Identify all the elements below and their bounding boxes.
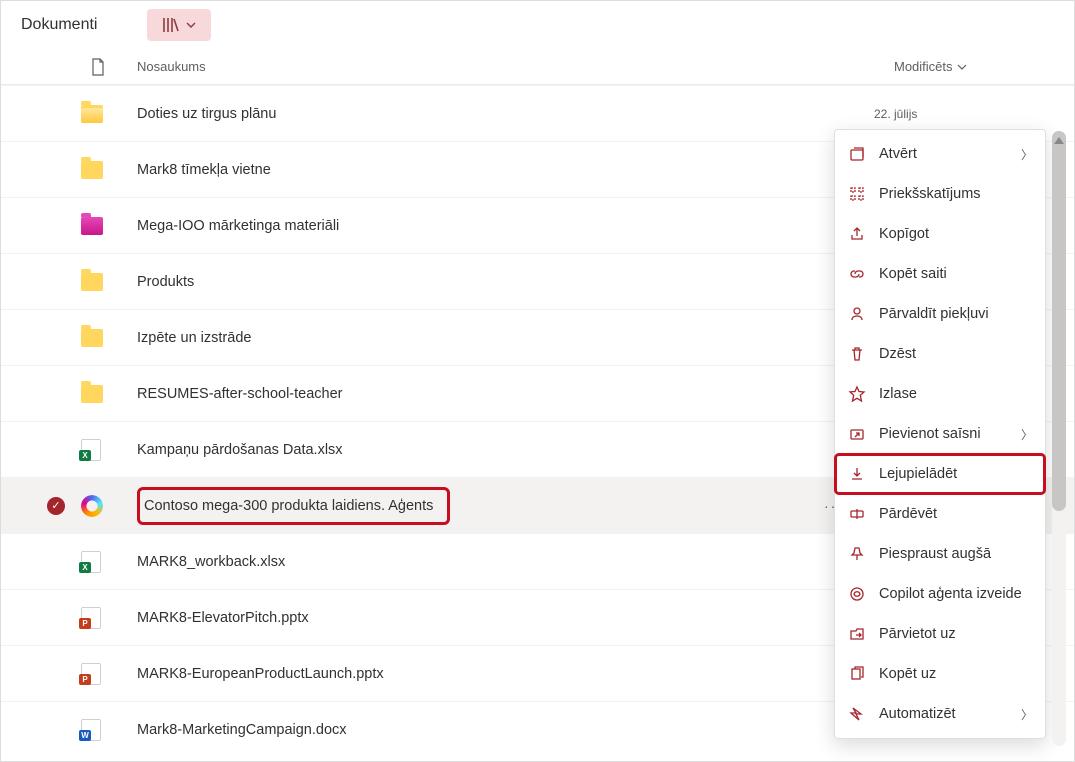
menu-item-preview[interactable]: Priekšskatījums xyxy=(835,174,1045,214)
file-name: Izpēte un izstrāde xyxy=(137,330,251,346)
scrollbar-thumb[interactable] xyxy=(1052,131,1066,511)
powerpoint-icon: P xyxy=(81,663,101,685)
menu-item-label: Dzēst xyxy=(879,346,916,362)
shortcut-icon xyxy=(847,425,867,443)
modified-date: 22. jūlijs xyxy=(874,107,1054,121)
file-name: Kampaņu pārdošanas Data.xlsx xyxy=(137,442,343,458)
folder-icon xyxy=(81,105,103,123)
menu-item-star[interactable]: Izlase xyxy=(835,374,1045,414)
menu-item-open[interactable]: Atvērt 〉 xyxy=(835,134,1045,174)
chevron-down-icon xyxy=(957,64,967,70)
menu-item-label: Lejupielādēt xyxy=(879,466,957,482)
menu-item-label: Automatizēt xyxy=(879,706,956,722)
file-name: Doties uz tirgus plānu xyxy=(137,106,276,122)
trash-icon xyxy=(847,345,867,363)
powerpoint-icon: P xyxy=(81,607,101,629)
scroll-up-arrow[interactable] xyxy=(1054,137,1064,144)
column-header-modified-label: Modificēts xyxy=(894,59,953,74)
menu-item-label: Pārdēvēt xyxy=(879,506,937,522)
download-icon xyxy=(847,465,867,483)
document-icon xyxy=(91,58,105,76)
open-icon xyxy=(847,145,867,163)
menu-item-shortcut[interactable]: Pievienot saīsni 〉 xyxy=(835,414,1045,454)
page-title: Dokumenti xyxy=(21,16,97,34)
menu-item-download[interactable]: Lejupielādēt xyxy=(835,454,1045,494)
menu-item-label: Kopēt saiti xyxy=(879,266,947,282)
column-header-name[interactable]: Nosaukums xyxy=(81,59,894,74)
menu-item-trash[interactable]: Dzēst xyxy=(835,334,1045,374)
access-icon xyxy=(847,305,867,323)
excel-icon: X xyxy=(81,439,101,461)
file-name: Contoso mega-300 produkta laidiens. Aģen… xyxy=(137,487,450,525)
file-name: MARK8-EuropeanProductLaunch.pptx xyxy=(137,666,384,682)
star-icon xyxy=(847,385,867,403)
copy-icon xyxy=(847,665,867,683)
library-icon xyxy=(162,17,180,33)
file-name: Produkts xyxy=(137,274,194,290)
menu-item-pin[interactable]: Piespraust augšā xyxy=(835,534,1045,574)
copilot-sm-icon xyxy=(847,585,867,603)
scrollbar[interactable] xyxy=(1052,131,1066,746)
file-name: Mark8-MarketingCampaign.docx xyxy=(137,722,347,738)
menu-item-label: Pārvaldīt piekļuvi xyxy=(879,306,989,322)
menu-item-label: Piespraust augšā xyxy=(879,546,991,562)
menu-item-label: Kopēt uz xyxy=(879,666,936,682)
menu-item-label: Izlase xyxy=(879,386,917,402)
folder-icon xyxy=(81,217,103,235)
excel-icon: X xyxy=(81,551,101,573)
menu-item-label: Pievienot saīsni xyxy=(879,426,981,442)
share-icon xyxy=(847,225,867,243)
menu-item-copilot-sm[interactable]: Copilot aģenta izveide xyxy=(835,574,1045,614)
chevron-right-icon: 〉 xyxy=(1021,706,1033,723)
copilot-icon xyxy=(81,495,103,517)
menu-item-label: Atvērt xyxy=(879,146,917,162)
folder-icon xyxy=(81,385,103,403)
word-icon: W xyxy=(81,719,101,741)
menu-item-copy[interactable]: Kopēt uz xyxy=(835,654,1045,694)
file-name: Mark8 tīmekļa vietne xyxy=(137,162,271,178)
menu-item-link[interactable]: Kopēt saiti xyxy=(835,254,1045,294)
link-icon xyxy=(847,265,867,283)
rename-icon xyxy=(847,505,867,523)
menu-item-automate[interactable]: Automatizēt 〉 xyxy=(835,694,1045,734)
file-name: Mega-IOO mārketinga materiāli xyxy=(137,218,339,234)
menu-item-move[interactable]: Pārvietot uz xyxy=(835,614,1045,654)
chevron-right-icon: 〉 xyxy=(1021,426,1033,443)
column-header-modified[interactable]: Modificēts xyxy=(894,59,1054,74)
menu-item-label: Copilot aģenta izveide xyxy=(879,586,1022,602)
menu-item-label: Priekšskatījums xyxy=(879,186,981,202)
menu-item-label: Pārvietot uz xyxy=(879,626,956,642)
pin-icon xyxy=(847,545,867,563)
preview-icon xyxy=(847,185,867,203)
menu-item-label: Kopīgot xyxy=(879,226,929,242)
menu-item-access[interactable]: Pārvaldīt piekļuvi xyxy=(835,294,1045,334)
folder-icon xyxy=(81,273,103,291)
selected-check-icon[interactable]: ✓ xyxy=(47,497,65,515)
chevron-down-icon xyxy=(186,22,196,28)
library-view-button[interactable] xyxy=(147,9,211,41)
chevron-right-icon: 〉 xyxy=(1021,146,1033,163)
menu-item-share[interactable]: Kopīgot xyxy=(835,214,1045,254)
folder-icon xyxy=(81,329,103,347)
file-name: RESUMES-after-school-teacher xyxy=(137,386,343,402)
menu-item-rename[interactable]: Pārdēvēt xyxy=(835,494,1045,534)
automate-icon xyxy=(847,705,867,723)
file-name: MARK8-ElevatorPitch.pptx xyxy=(137,610,309,626)
context-menu: Atvērt 〉 Priekšskatījums Kopīgot Kopēt saiti… xyxy=(834,129,1046,739)
folder-icon xyxy=(81,161,103,179)
file-name: MARK8_workback.xlsx xyxy=(137,554,285,570)
move-icon xyxy=(847,625,867,643)
